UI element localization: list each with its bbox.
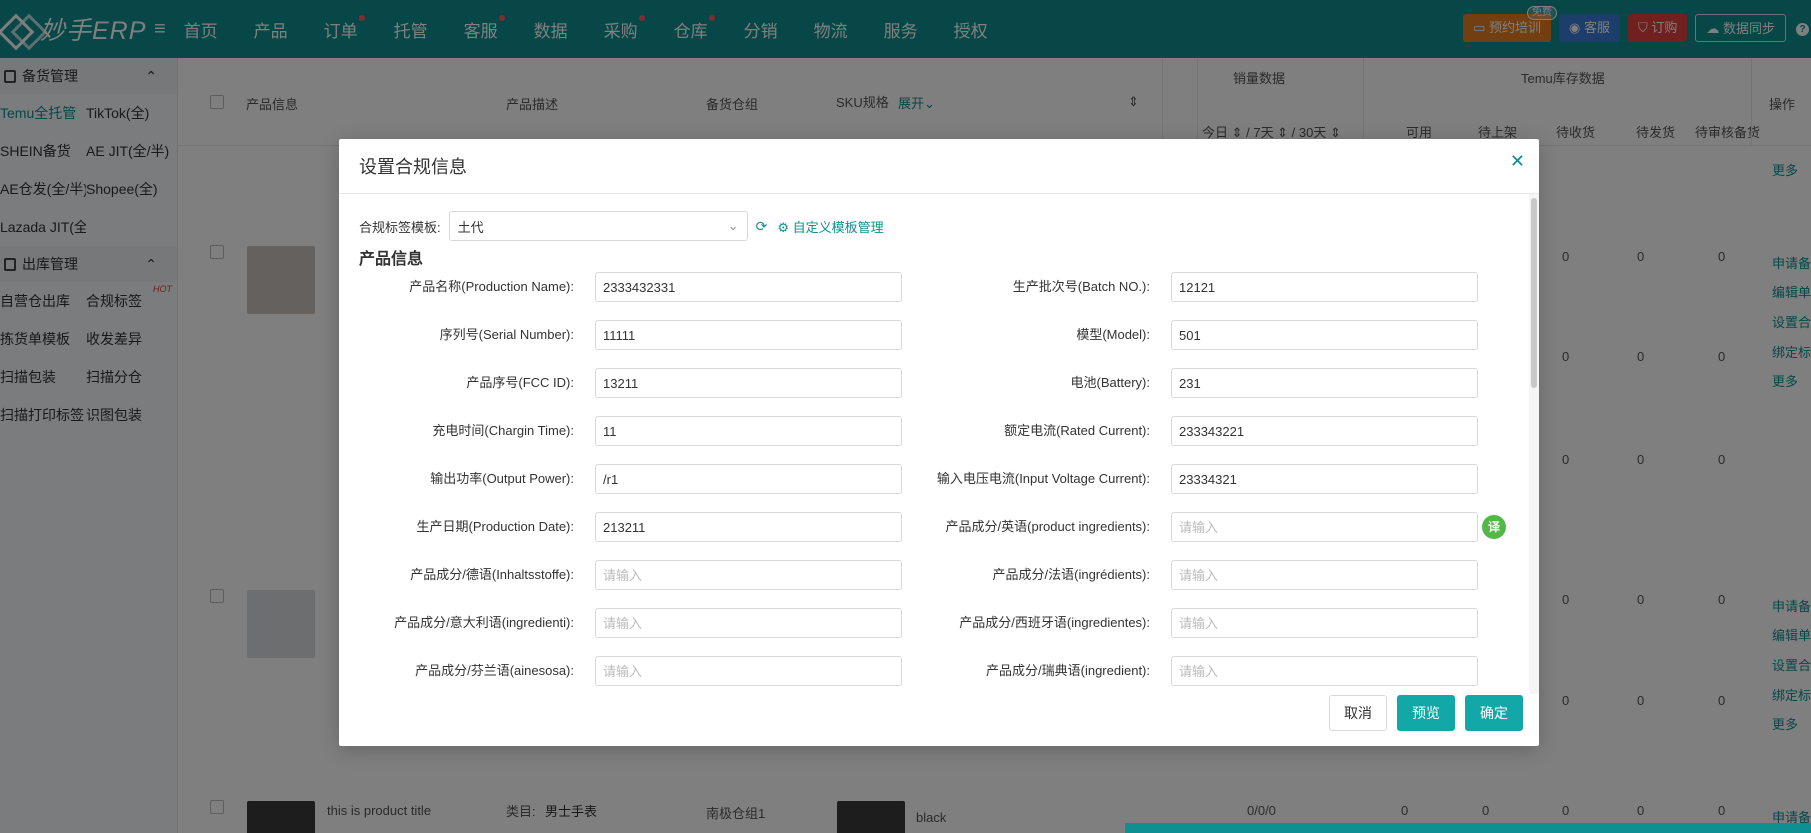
field-input[interactable]: [595, 560, 902, 590]
field-label: 输入电压电流(Input Voltage Current):: [936, 471, 1150, 486]
dialog-footer: 取消 预览 确定: [1329, 695, 1523, 731]
dialog-title: 设置合规信息: [359, 157, 467, 177]
field-input[interactable]: [595, 272, 902, 302]
compliance-form: 产品名称(Production Name): 生产批次号(Batch NO.): 序…: [339, 272, 1529, 704]
field-label: 充电时间(Chargin Time):: [432, 423, 574, 438]
close-icon[interactable]: ✕: [1510, 151, 1525, 172]
field-input[interactable]: [1171, 656, 1478, 686]
field-input[interactable]: [595, 656, 902, 686]
field-label: 序列号(Serial Number):: [439, 327, 574, 342]
field-input[interactable]: [1171, 416, 1478, 446]
field-input[interactable]: [595, 608, 902, 638]
field-input[interactable]: [595, 512, 902, 542]
form-row: 输出功率(Output Power): 输入电压电流(Input Voltage …: [339, 464, 1529, 512]
field-label: 产品成分/西班牙语(ingredientes):: [959, 615, 1150, 630]
field-label: 产品成分/英语(product ingredients):: [945, 519, 1150, 534]
field-input[interactable]: [1171, 608, 1478, 638]
dialog-header: 设置合规信息 ✕: [339, 139, 1539, 194]
chevron-down-icon: ⌄: [727, 218, 739, 233]
form-row: 充电时间(Chargin Time): 额定电流(Rated Current):: [339, 416, 1529, 464]
field-label: 电池(Battery):: [1070, 375, 1150, 390]
template-manage-link[interactable]: ⚙ 自定义模板管理: [777, 217, 883, 236]
form-row: 生产日期(Production Date): 产品成分/英语(product in…: [339, 512, 1529, 560]
confirm-button[interactable]: 确定: [1465, 695, 1523, 731]
field-input[interactable]: [595, 416, 902, 446]
dialog-scrollbar[interactable]: [1529, 194, 1539, 694]
template-select[interactable]: 土代 ⌄: [448, 211, 748, 241]
field-label: 产品成分/法语(ingrédients):: [992, 567, 1150, 582]
compliance-dialog: 设置合规信息 ✕ 合规标签模板: 土代 ⌄ ⟳ ⚙ 自定义模板管理 产品信息 产…: [339, 139, 1539, 746]
field-input[interactable]: [1171, 272, 1478, 302]
field-input[interactable]: [1171, 368, 1478, 398]
section-title: 产品信息: [359, 251, 424, 268]
field-label: 产品成分/芬兰语(ainesosa):: [415, 663, 574, 678]
field-input[interactable]: [1171, 464, 1478, 494]
field-label: 模型(Model):: [1076, 327, 1150, 342]
field-input[interactable]: [1171, 320, 1478, 350]
refresh-icon[interactable]: ⟳: [756, 218, 768, 235]
form-row: 产品名称(Production Name): 生产批次号(Batch NO.):: [339, 272, 1529, 320]
bottom-action-bar: [1125, 823, 1811, 833]
preview-button[interactable]: 预览: [1397, 695, 1455, 731]
form-row: 产品成分/德语(Inhaltsstoffe): 产品成分/法语(ingrédien…: [339, 560, 1529, 608]
field-input[interactable]: [1171, 512, 1478, 542]
template-row: 合规标签模板: 土代 ⌄ ⟳ ⚙ 自定义模板管理: [359, 211, 884, 241]
cancel-button[interactable]: 取消: [1329, 695, 1387, 731]
field-input[interactable]: [595, 320, 902, 350]
field-label: 产品成分/意大利语(ingredienti):: [394, 615, 574, 630]
scrollbar-thumb[interactable]: [1531, 198, 1537, 388]
form-row: 产品成分/意大利语(ingredienti): 产品成分/西班牙语(ingredi…: [339, 608, 1529, 656]
template-value: 土代: [457, 219, 484, 235]
form-row: 序列号(Serial Number): 模型(Model):: [339, 320, 1529, 368]
field-input[interactable]: [595, 464, 902, 494]
field-label: 产品成分/德语(Inhaltsstoffe):: [410, 567, 574, 582]
field-label: 生产批次号(Batch NO.):: [1012, 279, 1150, 294]
field-input[interactable]: [595, 368, 902, 398]
template-label: 合规标签模板:: [359, 219, 441, 235]
field-label: 产品成分/瑞典语(ingredient):: [986, 663, 1150, 678]
field-label: 产品序号(FCC ID):: [466, 375, 574, 390]
field-input[interactable]: [1171, 560, 1478, 590]
field-label: 输出功率(Output Power):: [430, 471, 574, 486]
form-row: 产品序号(FCC ID): 电池(Battery):: [339, 368, 1529, 416]
translate-button[interactable]: 译: [1482, 515, 1506, 539]
field-label: 产品名称(Production Name):: [409, 279, 574, 294]
field-label: 额定电流(Rated Current):: [1004, 423, 1150, 438]
field-label: 生产日期(Production Date):: [416, 519, 575, 534]
template-manage-label: 自定义模板管理: [792, 219, 884, 235]
